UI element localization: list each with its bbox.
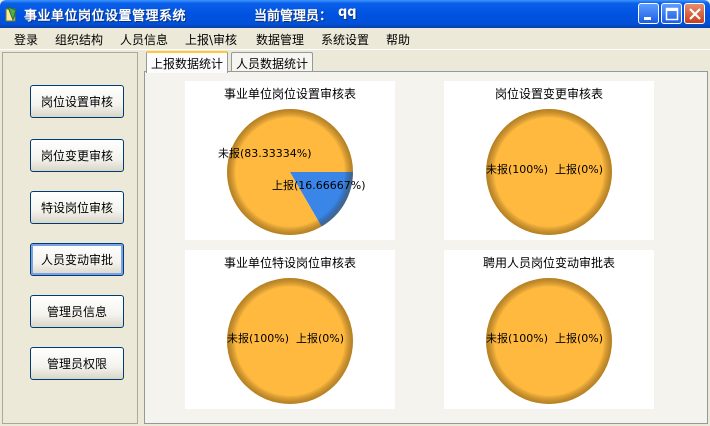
title-bar[interactable]: 事业单位岗位设置管理系统 当前管理员： qq [0,0,710,28]
menu-system-settings[interactable]: 系统设置 [321,31,369,48]
admin-name: qq [338,5,357,20]
menu-personnel[interactable]: 人员信息 [120,31,168,48]
menu-data-management[interactable]: 数据管理 [256,31,304,48]
tab-personnel-statistics[interactable]: 人员数据统计 [231,52,314,72]
pie-rim [227,109,353,235]
pie-chart: 未报(100%) 上报(0%) [486,109,612,235]
menu-help[interactable]: 帮助 [386,31,410,48]
chart-position-setup: 事业单位岗位设置审核表 未报(83.33334%) 上报(16.66667%) [185,81,395,240]
close-icon [689,8,701,20]
personnel-change-approval-button[interactable]: 人员变动审批 [30,243,124,276]
close-button[interactable] [684,3,705,24]
window-title: 事业单位岗位设置管理系统 [24,9,187,24]
tab-panel: 事业单位岗位设置审核表 未报(83.33334%) 上报(16.66667%) 岗… [144,71,708,424]
pie-label: 上报(0%) [296,331,344,345]
position-change-review-button[interactable]: 岗位变更审核 [30,139,124,172]
pie-chart: 未报(100%) 上报(0%) [227,278,353,404]
special-position-review-button[interactable]: 特设岗位审核 [30,191,124,224]
pie-label: 未报(100%) [486,331,548,345]
pie-label: 未报(100%) [486,162,548,176]
tab-report-statistics[interactable]: 上报数据统计 [146,51,229,73]
pie-label: 上报(0%) [555,162,603,176]
pie-label: 上报(16.66667%) [272,178,366,192]
admin-info-button[interactable]: 管理员信息 [30,295,124,328]
pie-label: 上报(0%) [555,331,603,345]
menu-bar: 登录 组织结构 人员信息 上报\审核 数据管理 系统设置 帮助 [0,28,710,50]
menu-login[interactable]: 登录 [14,31,38,48]
pie-label: 未报(100%) [227,331,289,345]
pie-chart: 未报(83.33334%) 上报(16.66667%) [218,109,366,236]
chart-position-change: 岗位设置变更审核表 未报(100%) 上报(0%) [444,81,654,240]
chart-special-position: 事业单位特设岗位审核表 未报(100%) 上报(0%) [185,250,395,409]
maximize-icon [665,7,679,21]
minimize-icon [644,17,651,20]
chart-personnel-change: 聘用人员岗位变动审批表 未报(100%) 上报(0%) [444,250,654,409]
pie-chart: 未报(100%) 上报(0%) [486,278,612,404]
maximize-button[interactable] [661,3,682,24]
menu-report-review[interactable]: 上报\审核 [185,31,237,48]
minimize-button[interactable] [638,3,659,24]
pie-label: 未报(83.33334%) [218,146,312,160]
menu-organization[interactable]: 组织结构 [55,31,103,48]
app-icon [5,6,17,22]
position-setup-review-button[interactable]: 岗位设置审核 [30,85,124,118]
admin-label: 当前管理员： [254,9,333,24]
admin-permissions-button[interactable]: 管理员权限 [30,347,124,380]
nav-panel: 岗位设置审核 岗位变更审核 特设岗位审核 人员变动审批 管理员信息 管理员权限 [2,52,138,424]
